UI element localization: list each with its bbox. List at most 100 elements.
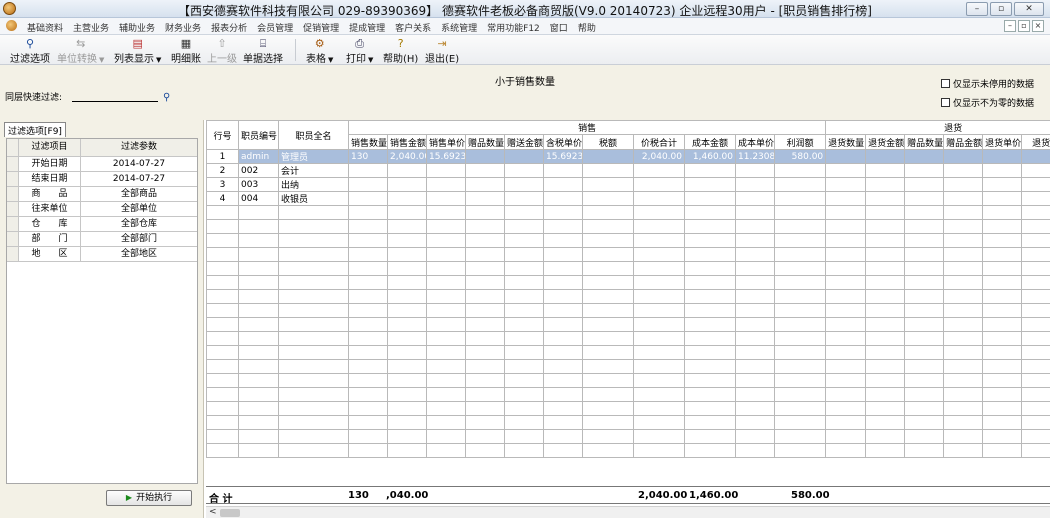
chk-unused-only[interactable]: 仅显示未停用的数据 <box>941 77 1034 90</box>
col-sales-7[interactable]: 价税合计 <box>633 134 685 150</box>
checkbox-icon[interactable] <box>941 79 950 88</box>
filter-row[interactable]: 部 门全部部门 <box>7 232 197 247</box>
scroll-left-icon[interactable]: < <box>209 507 217 517</box>
col-return-5[interactable]: 退货 <box>1021 134 1050 150</box>
col-return-2[interactable]: 赠品数量 <box>904 134 945 150</box>
table-row[interactable] <box>206 443 1050 458</box>
table-row[interactable] <box>206 289 1050 304</box>
filter-options-button[interactable]: ⚲ 过滤选项 <box>10 37 50 65</box>
unit-dropdown-icon[interactable]: ▼ <box>99 56 104 64</box>
help-button[interactable]: ? 帮助(H) <box>383 37 418 65</box>
up-level-button[interactable]: ⇧ 上一级 <box>207 37 237 65</box>
col-sales-6[interactable]: 税额 <box>582 134 634 150</box>
child-minimize-button[interactable]: – <box>1004 20 1016 32</box>
filter-row[interactable]: 仓 库全部仓库 <box>7 217 197 232</box>
checkbox-icon[interactable] <box>941 98 950 107</box>
menu-item[interactable]: 报表分析 <box>206 21 252 34</box>
table-row[interactable] <box>206 387 1050 402</box>
app-menu-icon[interactable] <box>6 20 17 31</box>
print-dropdown-icon[interactable]: ▼ <box>368 56 373 64</box>
col-sales-2[interactable]: 销售单价 <box>426 134 466 150</box>
menu-item[interactable]: 客户关系 <box>390 21 436 34</box>
menu-item[interactable]: 帮助 <box>573 21 601 34</box>
table-row[interactable]: 4 004 收银员 <box>206 191 1050 206</box>
menu-item[interactable]: 系统管理 <box>436 21 482 34</box>
col-return-3[interactable]: 赠品金额 <box>943 134 984 150</box>
filter-param[interactable]: 2014-07-27 <box>81 157 197 171</box>
filter-param[interactable]: 2014-07-27 <box>81 172 197 186</box>
unit-convert-button[interactable]: ⇆ 单位转换 ▼ <box>57 37 104 65</box>
filter-param[interactable]: 全部单位 <box>81 202 197 216</box>
tab-filter-options[interactable]: 过滤选项[F9] <box>4 122 66 137</box>
search-icon[interactable]: ⚲ <box>163 92 170 103</box>
table-row[interactable] <box>206 275 1050 290</box>
col-return-4[interactable]: 退货单价 <box>982 134 1023 150</box>
col-sales-3[interactable]: 赠品数量 <box>465 134 505 150</box>
print-button[interactable]: ⎙ 打印 ▼ <box>346 37 373 65</box>
table-row[interactable] <box>206 401 1050 416</box>
col-return-1[interactable]: 退货金额 <box>865 134 906 150</box>
col-emp-name[interactable]: 职员全名 <box>278 120 349 150</box>
detail-ledger-button[interactable]: ▦ 明细账 <box>171 37 201 65</box>
col-sales-10[interactable]: 利润额 <box>773 134 827 150</box>
horizontal-scrollbar[interactable]: < <box>206 506 1050 518</box>
table-row[interactable] <box>206 219 1050 234</box>
filter-param[interactable]: 全部商品 <box>81 187 197 201</box>
menu-item[interactable]: 主营业务 <box>68 21 114 34</box>
menu-item[interactable]: 基础资料 <box>22 21 68 34</box>
table-dropdown-icon[interactable]: ▼ <box>328 56 333 64</box>
filter-row[interactable]: 地 区全部地区 <box>7 247 197 262</box>
col-return-0[interactable]: 退货数量 <box>825 134 867 150</box>
filter-row[interactable]: 结束日期 2014-07-27 <box>7 172 197 187</box>
table-row[interactable] <box>206 415 1050 430</box>
menu-item[interactable]: 提成管理 <box>344 21 390 34</box>
minimize-button[interactable]: – <box>966 2 988 16</box>
table-row[interactable] <box>206 261 1050 276</box>
chk-nonzero-only[interactable]: 仅显示不为零的数据 <box>941 96 1034 109</box>
table-row[interactable] <box>206 233 1050 248</box>
table-row[interactable] <box>206 317 1050 332</box>
table-row[interactable] <box>206 429 1050 444</box>
table-row[interactable] <box>206 303 1050 318</box>
close-button[interactable]: ✕ <box>1014 2 1044 16</box>
quick-filter-input[interactable] <box>72 101 158 102</box>
menu-item[interactable]: 辅助业务 <box>114 21 160 34</box>
table-row[interactable] <box>206 331 1050 346</box>
table-row[interactable] <box>206 373 1050 388</box>
exit-button[interactable]: ⇥ 退出(E) <box>425 37 459 65</box>
table-row[interactable]: 1 admin 管理员 130 2,040.00 15.6923 15.6923 2,040.… <box>206 149 1050 164</box>
child-restore-button[interactable]: ▫ <box>1018 20 1030 32</box>
menu-item[interactable]: 促销管理 <box>298 21 344 34</box>
col-rowno[interactable]: 行号 <box>206 120 239 150</box>
col-emp-code[interactable]: 职员编号 <box>238 120 279 150</box>
filter-row[interactable]: 商 品全部商品 <box>7 187 197 202</box>
col-sales-5[interactable]: 含税单价 <box>543 134 583 150</box>
col-sales-0[interactable]: 销售数量 <box>348 134 388 150</box>
child-close-button[interactable]: × <box>1032 20 1044 32</box>
filter-param[interactable]: 全部部门 <box>81 232 197 246</box>
col-sales-4[interactable]: 赠送金额 <box>504 134 544 150</box>
table-row[interactable] <box>206 205 1050 220</box>
menu-item[interactable]: 财务业务 <box>160 21 206 34</box>
scroll-thumb[interactable] <box>220 509 240 517</box>
list-display-button[interactable]: ▤ 列表显示 ▼ <box>114 37 161 65</box>
table-row[interactable]: 3 003 出纳 <box>206 177 1050 192</box>
start-execute-button[interactable]: ▶ 开始执行 <box>106 490 192 506</box>
filter-param[interactable]: 全部地区 <box>81 247 197 261</box>
col-sales-8[interactable]: 成本金额 <box>684 134 736 150</box>
list-dropdown-icon[interactable]: ▼ <box>156 56 161 64</box>
menu-item[interactable]: 常用功能F12 <box>482 21 545 34</box>
filter-row[interactable]: 往来单位 全部单位 <box>7 202 197 217</box>
menu-item[interactable]: 会员管理 <box>252 21 298 34</box>
menu-item[interactable]: 窗口 <box>545 21 573 34</box>
filter-row[interactable]: 开始日期 2014-07-27 <box>7 157 197 172</box>
table-row[interactable] <box>206 345 1050 360</box>
maximize-button[interactable]: ▫ <box>990 2 1012 16</box>
table-row[interactable] <box>206 247 1050 262</box>
table-row[interactable] <box>206 359 1050 374</box>
table-button[interactable]: ⚙ 表格 ▼ <box>306 37 333 65</box>
col-sales-1[interactable]: 销售金额 <box>387 134 427 150</box>
doc-select-button[interactable]: ⌸ 单据选择 <box>243 37 283 65</box>
col-sales-9[interactable]: 成本单价 <box>735 134 775 150</box>
table-row[interactable]: 2 002 会计 <box>206 163 1050 178</box>
